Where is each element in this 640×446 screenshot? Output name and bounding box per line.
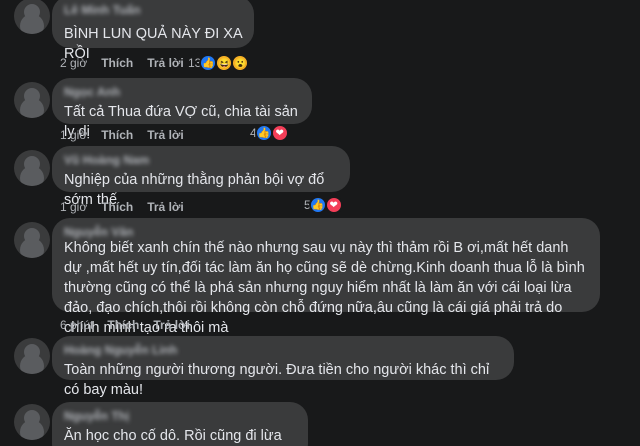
comment-time[interactable]: 6 phút bbox=[60, 318, 93, 332]
like-reaction-icon: 👍 bbox=[308, 196, 327, 214]
avatar[interactable] bbox=[14, 82, 50, 118]
comment-bubble: Hoàng Nguyễn Linh Toàn những người thươn… bbox=[52, 336, 514, 398]
comment-bubble: Nguyễn Thị Ăn học cho cố dô. Rồi cũng đi… bbox=[52, 402, 308, 446]
comment-time[interactable]: 1 giờ bbox=[60, 128, 87, 142]
like-reaction-icon: 👍 bbox=[254, 124, 273, 142]
comment-author[interactable]: Nguyễn Thị bbox=[64, 408, 296, 424]
comment-author[interactable]: Hoàng Nguyễn Linh bbox=[64, 342, 502, 358]
reply-button[interactable]: Trả lời bbox=[147, 128, 184, 142]
reply-button[interactable]: Trả lời bbox=[147, 56, 184, 70]
reply-button[interactable]: Trả lời bbox=[147, 200, 184, 214]
reaction-summary[interactable]: 4 👍 ❤ bbox=[250, 124, 289, 142]
reaction-summary[interactable]: 13 👍 😆 😮 bbox=[188, 54, 250, 72]
like-button[interactable]: Thích bbox=[101, 128, 133, 142]
avatar[interactable] bbox=[14, 404, 50, 440]
reaction-summary[interactable]: 5 👍 ❤ bbox=[304, 196, 343, 214]
love-reaction-icon: ❤ bbox=[324, 196, 343, 214]
comment-time[interactable]: 2 giờ bbox=[60, 56, 87, 70]
avatar[interactable] bbox=[14, 0, 50, 34]
avatar[interactable] bbox=[14, 150, 50, 186]
avatar[interactable] bbox=[14, 338, 50, 374]
wow-reaction-icon: 😮 bbox=[231, 54, 250, 72]
comment-bubble: Nguyễn Văn Không biết xanh chín thế nào … bbox=[52, 218, 600, 336]
comment-actions: 1 giờ Thích Trả lời bbox=[60, 200, 184, 214]
comment-text: Toàn những người thương người. Đưa tiền … bbox=[64, 362, 490, 398]
love-reaction-icon: ❤ bbox=[270, 124, 289, 142]
comment-bubble: Vũ Hoàng Nam Nghiệp của những thằng phản… bbox=[52, 146, 350, 208]
reply-button[interactable]: Trả lời bbox=[153, 318, 190, 332]
comment-actions: 1 giờ Thích Trả lời bbox=[60, 128, 184, 142]
like-button[interactable]: Thích bbox=[101, 200, 133, 214]
like-button[interactable]: Thích bbox=[101, 56, 133, 70]
comment-author[interactable]: Nguyễn Văn bbox=[64, 224, 588, 240]
comment-author[interactable]: Lê Minh Tuấn bbox=[64, 2, 242, 18]
comment-bubble: Ngọc Anh Tất cả Thua đứa VỢ cũ, chia tài… bbox=[52, 78, 312, 140]
comment-time[interactable]: 1 giờ bbox=[60, 200, 87, 214]
like-button[interactable]: Thích bbox=[107, 318, 139, 332]
comment-actions: 2 giờ Thích Trả lời bbox=[60, 56, 184, 70]
avatar[interactable] bbox=[14, 222, 50, 258]
comment-actions: 6 phút Thích Trả lời bbox=[60, 318, 190, 332]
comment-author[interactable]: Vũ Hoàng Nam bbox=[64, 152, 338, 168]
comment-text: Ăn học cho cố dô. Rồi cũng đi lừa đảo hế… bbox=[64, 428, 282, 444]
comment-bubble: Lê Minh Tuấn BÌNH LUN QUẢ NÀY ĐI XA RỒI bbox=[52, 0, 254, 62]
comment-author[interactable]: Ngọc Anh bbox=[64, 84, 300, 100]
